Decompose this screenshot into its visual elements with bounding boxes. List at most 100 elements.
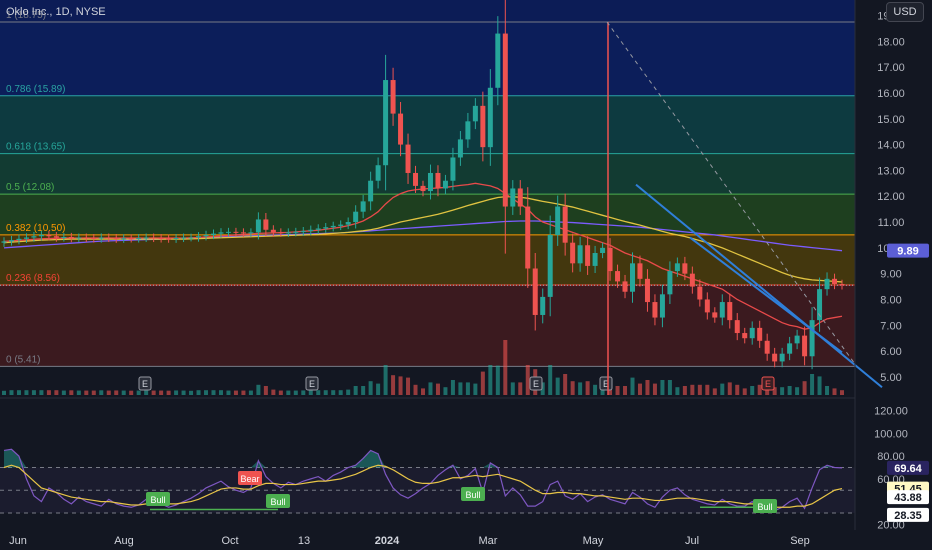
candle-body — [540, 296, 546, 315]
candle-body — [23, 237, 29, 239]
candle-body — [824, 278, 830, 290]
volume-bar — [144, 390, 149, 395]
candle-body — [442, 180, 448, 189]
volume-bar — [578, 382, 583, 395]
candle-body — [91, 238, 97, 240]
volume-bar — [458, 382, 463, 395]
candle-body — [772, 353, 778, 362]
candle-body — [308, 229, 314, 232]
candle-body — [637, 263, 643, 279]
candle-body — [689, 273, 695, 287]
value-badge-label: 9.89 — [897, 246, 918, 258]
volume-bar — [121, 390, 126, 395]
chart-canvas[interactable]: 1 (18.75)0.786 (15.89)0.618 (13.65)0.5 (… — [0, 0, 932, 550]
candle-body — [285, 232, 291, 234]
chart-title: Oklo Inc., 1D, NYSE — [6, 6, 106, 18]
candle-body — [53, 236, 59, 238]
candle-body — [8, 240, 14, 242]
candle-body — [757, 327, 763, 341]
volume-bar — [248, 390, 253, 395]
candle-body — [787, 343, 793, 354]
candle-body — [794, 335, 800, 344]
candle-body — [704, 299, 710, 313]
candle-body — [472, 105, 478, 122]
volume-bar — [76, 390, 81, 395]
candle-body — [233, 231, 239, 233]
candle-body — [270, 229, 276, 233]
price-tick-label: 8.00 — [880, 294, 901, 306]
volume-bar — [787, 386, 792, 395]
volume-bar — [211, 390, 216, 395]
volume-bar — [24, 390, 29, 395]
candle-body — [697, 286, 703, 300]
time-tick-label: 13 — [298, 535, 310, 547]
price-tick-label: 5.00 — [880, 372, 901, 384]
candle-body — [345, 222, 351, 225]
price-tick-label: 14.00 — [877, 140, 905, 152]
fib-band — [0, 285, 855, 367]
volume-bar — [645, 380, 650, 395]
volume-bar — [263, 386, 268, 395]
currency-button[interactable]: USD — [886, 2, 924, 22]
volume-bar — [825, 386, 830, 395]
candle-body — [368, 180, 374, 202]
volume-bar — [286, 390, 291, 395]
volume-bar — [2, 390, 6, 395]
candle-body — [121, 238, 127, 240]
price-tick-label: 15.00 — [877, 114, 905, 126]
volume-bar — [361, 386, 366, 395]
volume-bar — [735, 384, 740, 395]
candle-body — [712, 312, 718, 318]
volume-bar — [353, 386, 358, 395]
candle-body — [181, 237, 187, 239]
fib-band — [0, 21, 855, 96]
volume-bar — [660, 380, 665, 395]
volume-bar — [331, 390, 336, 395]
volume-bar — [720, 383, 725, 395]
volume-bar — [271, 389, 276, 395]
candle-body — [667, 271, 673, 295]
fib-level-label: 0 (5.41) — [6, 354, 40, 365]
volume-bar — [682, 386, 687, 395]
candle-body — [398, 113, 404, 145]
candle-body — [450, 157, 456, 181]
candle-body — [211, 233, 216, 235]
signal-label: Bull — [465, 490, 480, 500]
candle-body — [592, 253, 598, 266]
volume-bar — [563, 374, 568, 395]
fib-band — [0, 194, 855, 235]
price-tick-label: 12.00 — [877, 191, 905, 203]
volume-bar — [525, 365, 530, 395]
fib-retracement[interactable]: 1 (18.75)0.786 (15.89)0.618 (13.65)0.5 (… — [0, 0, 855, 367]
candle-body — [839, 283, 845, 286]
candle-body — [517, 188, 523, 207]
candle-body — [106, 237, 112, 239]
signal-label: Bear — [240, 474, 259, 484]
candle-body — [136, 238, 142, 240]
candle-body — [240, 232, 246, 234]
volume-bar — [652, 383, 657, 395]
candle-body — [742, 333, 748, 339]
candle-body — [248, 232, 254, 234]
time-tick-label: 2024 — [375, 535, 400, 547]
candle-body — [413, 172, 419, 186]
earnings-marker-label: E — [765, 379, 771, 389]
candle-body — [495, 33, 501, 88]
volume-bar — [802, 381, 807, 395]
fib-band — [0, 95, 855, 154]
volume-bar — [570, 381, 575, 395]
price-tick-label: 13.00 — [877, 165, 905, 177]
candle-body — [615, 271, 621, 282]
volume-bar — [69, 390, 74, 395]
volume-bar — [181, 390, 186, 395]
candle-body — [113, 238, 119, 240]
volume-bar — [316, 390, 321, 395]
volume-bar — [338, 390, 343, 395]
volume-bar — [31, 390, 36, 395]
volume-bar — [346, 389, 351, 395]
volume-bar — [473, 383, 478, 395]
volume-bar — [712, 388, 717, 395]
candle-body — [128, 238, 134, 240]
candle-body — [532, 268, 538, 315]
rsi-overbought-fill — [4, 449, 842, 468]
